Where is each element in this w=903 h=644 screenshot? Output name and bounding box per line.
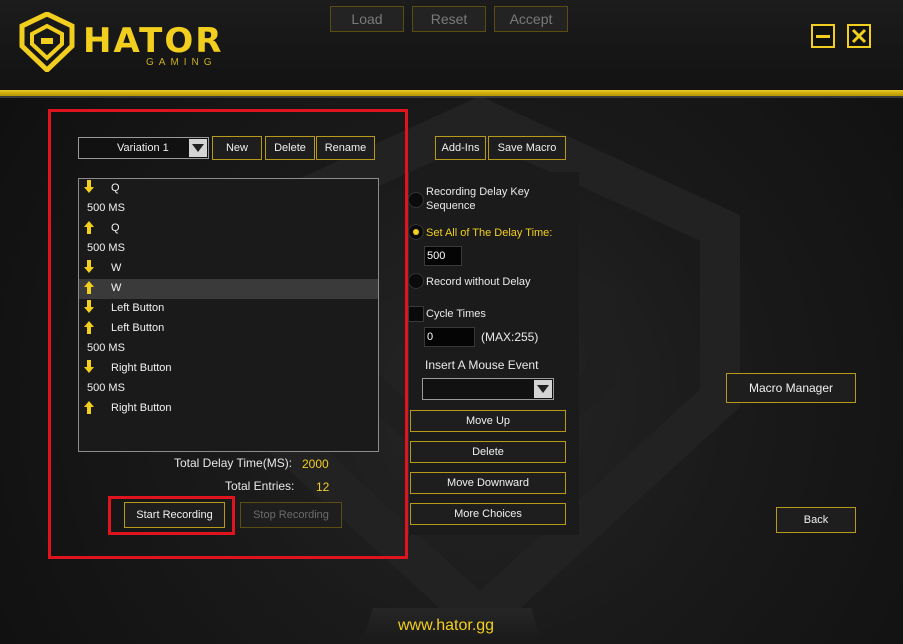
- list-item-label: Q: [111, 182, 120, 194]
- list-item[interactable]: Left Button: [79, 299, 378, 319]
- arrow-down-icon: [84, 260, 94, 273]
- macro-event-list[interactable]: Q 500 MS Q 500 MS W W Left Button Left Button 50…: [78, 178, 379, 452]
- minimize-icon: [816, 35, 830, 38]
- arrow-down-icon: [84, 300, 94, 313]
- arrow-up-icon: [84, 281, 94, 294]
- variation-select-value: Variation 1: [117, 142, 169, 154]
- list-item[interactable]: Left Button: [79, 319, 378, 339]
- chevron-down-icon: [189, 139, 207, 157]
- set-all-delay-label: Set All of The Delay Time:: [426, 227, 553, 239]
- start-recording-button[interactable]: Start Recording: [124, 502, 225, 528]
- arrow-up-icon: [84, 321, 94, 334]
- mouse-event-select[interactable]: [422, 378, 554, 400]
- delete-event-button[interactable]: Delete: [410, 441, 566, 463]
- move-downward-button[interactable]: Move Downward: [410, 472, 566, 494]
- list-item-label: 500 MS: [87, 382, 125, 394]
- new-button[interactable]: New: [212, 136, 262, 160]
- set-all-delay-radio[interactable]: [408, 224, 424, 240]
- list-item[interactable]: W: [79, 279, 378, 299]
- load-button[interactable]: Load: [330, 6, 404, 32]
- arrow-up-icon: [84, 401, 94, 414]
- arrow-down-icon: [84, 180, 94, 193]
- chevron-down-icon: [534, 380, 552, 398]
- save-macro-button[interactable]: Save Macro: [488, 136, 566, 160]
- macro-manager-button[interactable]: Macro Manager: [726, 373, 856, 403]
- list-item-label: W: [111, 282, 122, 294]
- brand-subtitle: GAMING: [146, 57, 217, 68]
- close-button[interactable]: [847, 24, 871, 48]
- record-without-delay-label: Record without Delay: [426, 276, 531, 288]
- list-item[interactable]: Q: [79, 179, 378, 199]
- list-item-label: 500 MS: [87, 242, 125, 254]
- accept-button[interactable]: Accept: [494, 6, 568, 32]
- total-entries-value: 12: [316, 480, 330, 494]
- add-ins-button[interactable]: Add-Ins: [435, 136, 486, 160]
- total-delay-value: 2000: [302, 457, 329, 471]
- website-link[interactable]: www.hator.gg: [398, 617, 494, 635]
- variation-select[interactable]: Variation 1: [78, 137, 209, 159]
- cycle-times-input[interactable]: [424, 327, 475, 347]
- recording-delay-radio[interactable]: [408, 192, 424, 208]
- arrow-down-icon: [84, 360, 94, 373]
- stop-recording-button[interactable]: Stop Recording: [240, 502, 342, 528]
- record-without-delay-radio[interactable]: [408, 273, 424, 289]
- list-item-label: Right Button: [111, 362, 172, 374]
- total-entries-label: Total Entries:: [225, 479, 295, 493]
- list-item[interactable]: Q: [79, 219, 378, 239]
- list-item[interactable]: Right Button: [79, 399, 378, 419]
- list-item-label: Left Button: [111, 322, 165, 334]
- recording-delay-label: Recording Delay Key Sequence: [426, 186, 530, 212]
- list-item-label: W: [111, 262, 122, 274]
- more-choices-button[interactable]: More Choices: [410, 503, 566, 525]
- list-item-label: Left Button: [111, 302, 165, 314]
- list-item-label: Right Button: [111, 402, 172, 414]
- brand-name: HATOR: [83, 21, 224, 61]
- list-item[interactable]: W: [79, 259, 378, 279]
- move-up-button[interactable]: Move Up: [410, 410, 566, 432]
- cycle-times-checkbox[interactable]: [408, 306, 424, 322]
- list-item[interactable]: 500 MS: [79, 379, 378, 399]
- total-delay-label: Total Delay Time(MS):: [174, 456, 293, 470]
- rename-button[interactable]: Rename: [316, 136, 375, 160]
- list-item-label: 500 MS: [87, 342, 125, 354]
- list-item-label: Q: [111, 222, 120, 234]
- minimize-button[interactable]: [811, 24, 835, 48]
- delete-variation-button[interactable]: Delete: [265, 136, 315, 160]
- reset-button[interactable]: Reset: [412, 6, 486, 32]
- arrow-up-icon: [84, 221, 94, 234]
- list-item[interactable]: 500 MS: [79, 199, 378, 219]
- cycle-max-label: (MAX:255): [481, 330, 539, 344]
- cycle-times-label: Cycle Times: [426, 308, 486, 320]
- delay-time-input[interactable]: [424, 246, 462, 266]
- hator-logo-icon: [19, 12, 75, 72]
- close-icon: [851, 28, 867, 44]
- list-item[interactable]: Right Button: [79, 359, 378, 379]
- list-item[interactable]: 500 MS: [79, 239, 378, 259]
- list-item-label: 500 MS: [87, 202, 125, 214]
- list-item[interactable]: 500 MS: [79, 339, 378, 359]
- insert-mouse-event-label: Insert A Mouse Event: [425, 358, 539, 372]
- back-button[interactable]: Back: [776, 507, 856, 533]
